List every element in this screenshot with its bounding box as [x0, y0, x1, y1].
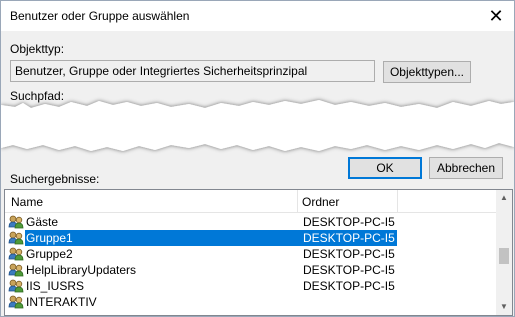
close-icon[interactable]: ✕ [484, 5, 508, 27]
object-type-field: Benutzer, Gruppe oder Integriertes Siche… [10, 60, 375, 82]
list-item[interactable]: Gruppe2 DESKTOP-PC-I5 [5, 246, 497, 262]
row-name: Gruppe1 [26, 231, 73, 245]
row-name: Gruppe2 [26, 247, 73, 261]
row-folder: DESKTOP-PC-I5 [303, 231, 395, 245]
list-item[interactable]: Gruppe1 DESKTOP-PC-I5 [5, 230, 497, 246]
group-icon [8, 231, 24, 245]
vertical-scrollbar[interactable]: ▲ ▼ [496, 190, 512, 315]
title-bar: Benutzer oder Gruppe auswählen ✕ [1, 1, 514, 31]
row-folder: DESKTOP-PC-I5 [303, 279, 395, 293]
list-item[interactable]: Gäste DESKTOP-PC-I5 [5, 214, 497, 230]
select-user-or-group-dialog: Benutzer oder Gruppe auswählen ✕ Objektt… [0, 0, 515, 317]
results-header: Name Ordner [5, 190, 497, 213]
list-item[interactable]: HelpLibraryUpdaters DESKTOP-PC-I5 [5, 262, 497, 278]
cancel-button[interactable]: Abbrechen [429, 157, 503, 179]
row-name: HelpLibraryUpdaters [26, 263, 137, 277]
torn-paper-overlay [1, 100, 514, 151]
row-name: Gäste [26, 215, 59, 229]
window-title: Benutzer oder Gruppe auswählen [10, 9, 190, 23]
object-type-label: Objekttyp: [10, 42, 65, 56]
row-name: INTERAKTIV [26, 295, 97, 309]
scroll-down-icon[interactable]: ▼ [496, 299, 512, 315]
column-header-folder[interactable]: Ordner [302, 195, 339, 209]
list-item[interactable]: IIS_IUSRS DESKTOP-PC-I5 [5, 278, 497, 294]
row-folder: DESKTOP-PC-I5 [303, 247, 395, 261]
row-folder: DESKTOP-PC-I5 [303, 215, 395, 229]
group-icon [8, 279, 24, 293]
search-results-label: Suchergebnisse: [10, 172, 100, 186]
row-folder: DESKTOP-PC-I5 [303, 263, 395, 277]
group-icon [8, 247, 24, 261]
group-icon [8, 263, 24, 277]
group-icon [8, 295, 24, 309]
object-types-button[interactable]: Objekttypen... [383, 61, 471, 83]
column-divider[interactable] [397, 190, 398, 212]
ok-button[interactable]: OK [348, 157, 422, 179]
list-item[interactable]: INTERAKTIV [5, 294, 497, 310]
column-divider[interactable] [297, 190, 298, 212]
column-header-name[interactable]: Name [11, 195, 43, 209]
search-results-list[interactable]: Name Ordner Gäste DESKTOP-PC-I5 Gruppe1 … [4, 189, 513, 316]
group-icon [8, 215, 24, 229]
row-name: IIS_IUSRS [26, 279, 85, 293]
object-type-value: Benutzer, Gruppe oder Integriertes Siche… [15, 64, 308, 78]
scroll-up-icon[interactable]: ▲ [496, 190, 512, 206]
scrollbar-thumb[interactable] [499, 248, 509, 264]
